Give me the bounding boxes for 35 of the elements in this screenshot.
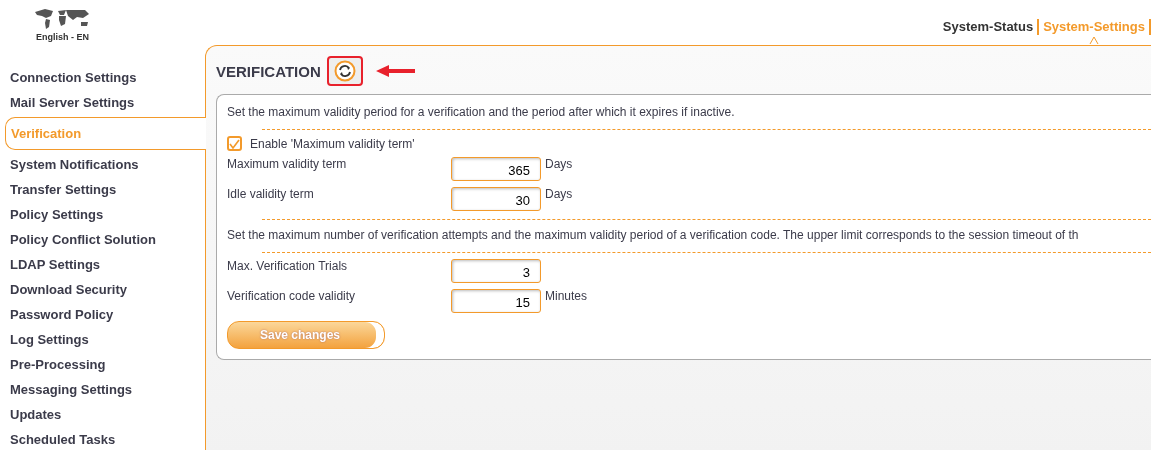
section-description: Set the maximum validity period for a verification and the period after which it expires if inactive.: [227, 104, 736, 121]
field-label: Max. Verification Trials: [227, 259, 349, 273]
field-label: Idle validity term: [227, 187, 315, 201]
field-label: Maximum validity term: [227, 157, 348, 171]
sidebar-item[interactable]: LDAP Settings: [0, 252, 205, 277]
sidebar-item[interactable]: Updates: [0, 402, 205, 427]
checkbox-row[interactable]: Enable 'Maximum validity term': [227, 136, 1151, 151]
unit-label: Minutes: [545, 289, 589, 303]
sidebar-item[interactable]: Messaging Settings: [0, 377, 205, 402]
section-description: Set the maximum number of verification attempts and the maximum validity period of a verification code. The upper limit corresponds to the session timeout of th: [227, 227, 1080, 244]
sidebar-item[interactable]: Mail Server Settings: [0, 90, 205, 115]
unit-label: Days: [545, 157, 574, 171]
page-title: VERIFICATION: [216, 62, 321, 80]
refresh-button[interactable]: [326, 56, 363, 86]
language-label[interactable]: English - EN: [36, 32, 89, 42]
checkbox[interactable]: [227, 136, 242, 151]
sidebar-item[interactable]: Policy Conflict Solution: [0, 227, 205, 252]
field-label: Verification code validity: [227, 289, 357, 303]
number-field[interactable]: 365: [451, 157, 541, 181]
top-nav-link[interactable]: System-Status: [938, 19, 1040, 35]
sidebar-item[interactable]: Transfer Settings: [0, 177, 205, 202]
sidebar-item[interactable]: Log Settings: [0, 327, 205, 352]
sidebar-item[interactable]: Password Policy: [0, 302, 205, 327]
sidebar-item[interactable]: Download Security: [0, 277, 205, 302]
sidebar-item[interactable]: Connection Settings: [0, 65, 205, 90]
sidebar-item[interactable]: Scheduled Tasks: [0, 427, 205, 450]
sidebar-item[interactable]: Pre-Processing: [0, 352, 205, 377]
sidebar-item[interactable]: System Notifications: [0, 152, 205, 177]
arrow-icon: [374, 64, 417, 78]
checkbox-label: Enable 'Maximum validity term': [250, 136, 415, 151]
unit-label: Days: [545, 187, 574, 201]
number-field[interactable]: 30: [451, 187, 541, 211]
number-field[interactable]: 3: [451, 259, 541, 283]
sidebar-item[interactable]: Policy Settings: [0, 202, 205, 227]
number-field[interactable]: 15: [451, 289, 541, 313]
